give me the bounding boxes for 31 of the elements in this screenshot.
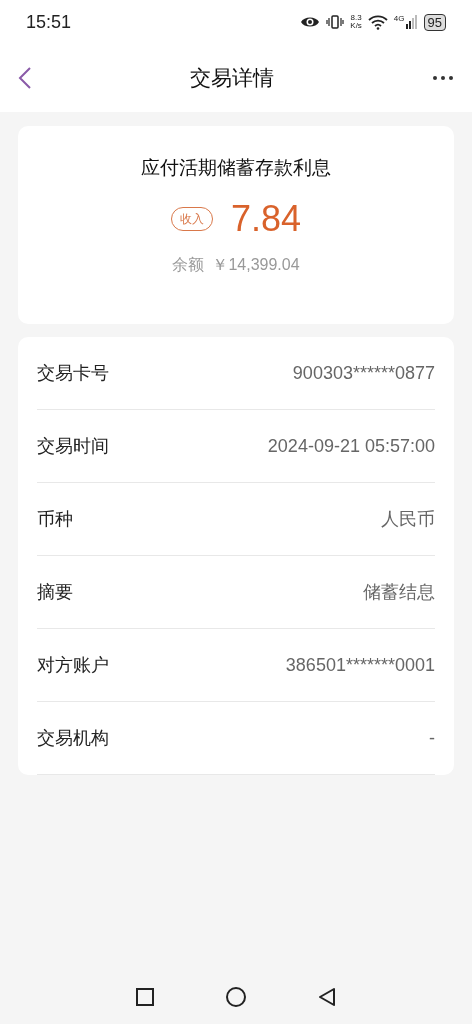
status-time: 15:51 <box>26 10 72 34</box>
detail-label: 交易机构 <box>37 726 109 750</box>
eye-icon <box>300 15 321 29</box>
detail-label: 币种 <box>37 507 73 531</box>
back-nav-icon[interactable] <box>317 987 337 1007</box>
amount: 7.84 <box>230 196 302 241</box>
transaction-title: 应付活期储蓄存款利息 <box>141 156 331 180</box>
net-speed-value: 8.3 <box>350 14 362 22</box>
wifi-icon <box>367 14 388 30</box>
detail-label: 交易时间 <box>37 434 109 458</box>
vibrate-icon <box>326 15 345 29</box>
detail-value: - <box>429 726 435 750</box>
detail-value: 386501*******0001 <box>285 653 435 677</box>
detail-label: 对方账户 <box>37 653 109 677</box>
detail-label: 交易卡号 <box>37 361 109 385</box>
balance-value: ￥14,399.04 <box>212 254 300 275</box>
detail-value: 人民币 <box>381 507 435 531</box>
net-speed-unit: K/s <box>350 22 362 30</box>
home-icon[interactable] <box>225 986 247 1008</box>
signal-icon <box>405 15 418 29</box>
detail-label: 摘要 <box>37 580 73 604</box>
detail-value: 储蓄结息 <box>363 580 435 604</box>
page-title: 交易详情 <box>190 65 274 92</box>
network-type: 4G <box>393 15 405 23</box>
battery-indicator: 95 <box>423 13 446 31</box>
balance-label: 余额 <box>172 254 205 275</box>
detail-value: 2024-09-21 05:57:00 <box>267 434 435 458</box>
recent-apps-icon[interactable] <box>135 987 155 1007</box>
detail-value: 900303******0877 <box>292 361 435 385</box>
more-icon[interactable] <box>432 75 454 81</box>
back-icon[interactable] <box>18 66 32 90</box>
